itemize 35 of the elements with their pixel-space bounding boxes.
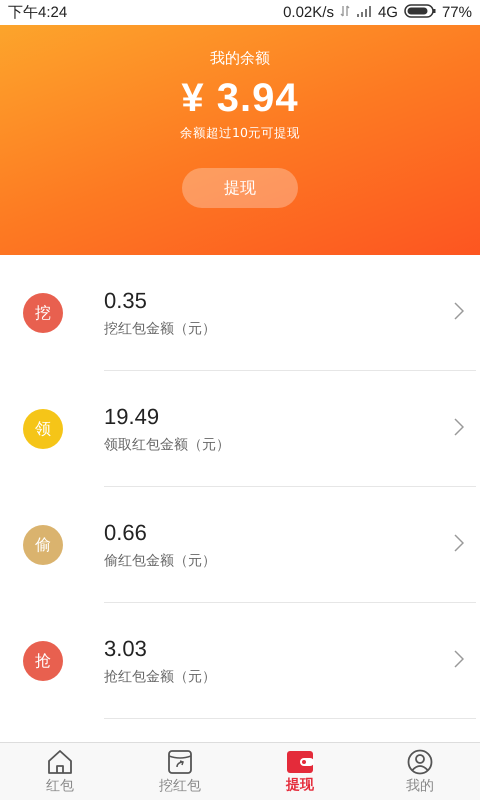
wallet-icon <box>286 750 314 774</box>
signal-icon <box>356 5 372 17</box>
amount-label: 偷红包金额（元） <box>104 552 217 570</box>
tab-item[interactable]: 红包 <box>0 743 120 800</box>
status-time: 下午4:24 <box>8 3 68 22</box>
type-badge: 领 <box>23 409 63 449</box>
chevron-right-icon[interactable] <box>454 534 464 552</box>
amount-label: 挖红包金额（元） <box>104 320 217 338</box>
chevron-right-icon[interactable] <box>454 650 464 668</box>
amount-value: 19.49 <box>104 404 160 430</box>
amount-value: 0.35 <box>104 288 148 314</box>
amount-value: 3.03 <box>104 636 148 662</box>
profile-icon <box>407 748 433 774</box>
tab-item[interactable]: 我的 <box>360 743 480 800</box>
data-transfer-icon <box>340 5 350 17</box>
network-type: 4G <box>378 4 398 21</box>
type-badge: 偷 <box>23 525 63 565</box>
pouch-icon <box>167 748 193 774</box>
amount-label: 抢红包金额（元） <box>104 668 217 686</box>
type-badge: 抢 <box>23 641 63 681</box>
withdraw-note: 余额超过10元可提现 <box>180 125 300 142</box>
chevron-right-icon[interactable] <box>454 418 464 436</box>
tab-item[interactable]: 提现 <box>240 743 360 800</box>
withdraw-button[interactable]: 提现 <box>182 168 298 208</box>
type-badge: 挖 <box>23 293 63 333</box>
tab-item[interactable]: 挖红包 <box>120 743 240 800</box>
network-speed: 0.02K/s <box>283 4 334 21</box>
balance-amount: ¥ 3.94 <box>181 76 299 121</box>
balance-title: 我的余额 <box>210 49 270 68</box>
chevron-right-icon[interactable] <box>454 302 464 320</box>
amount-value: 0.66 <box>104 520 148 546</box>
amount-label: 领取红包金额（元） <box>104 436 231 454</box>
battery-icon <box>404 4 436 18</box>
battery-level: 77% <box>442 4 472 21</box>
home-icon <box>47 748 73 774</box>
